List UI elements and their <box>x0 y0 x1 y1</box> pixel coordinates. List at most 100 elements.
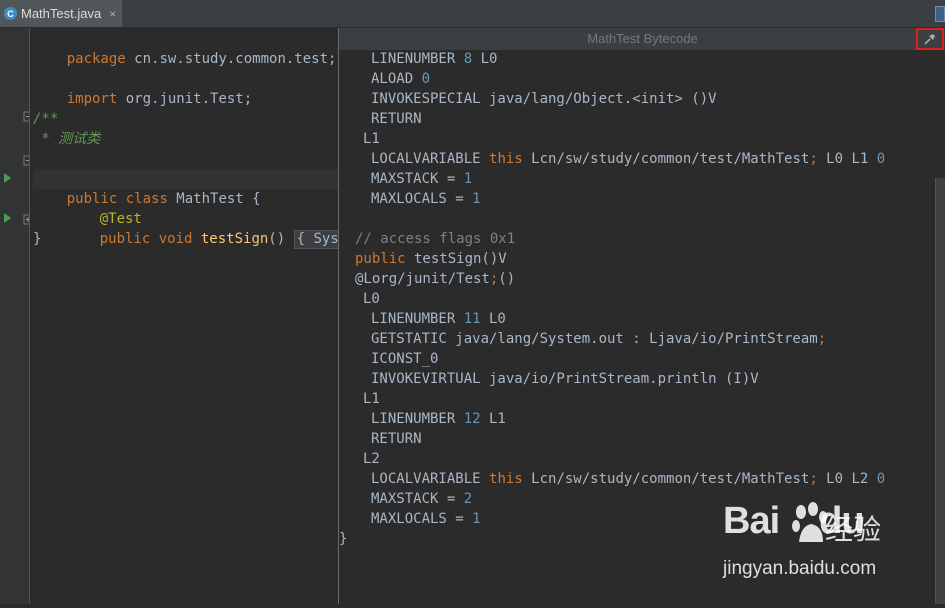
keyword: package <box>66 51 126 67</box>
bytecode-token: L0 <box>363 291 380 307</box>
bytecode-line: INVOKEVIRTUAL java/io/PrintStream.printl… <box>371 369 759 389</box>
code-editor[interactable]: package cn.sw.study.common.test; import … <box>30 28 338 604</box>
bytecode-line: LINENUMBER 12 L1 <box>371 409 506 429</box>
bytecode-token: () <box>498 271 516 287</box>
tab-label: MathTest.java <box>21 6 102 21</box>
bytecode-token: ; <box>809 151 818 167</box>
bytecode-token: 8 <box>463 51 473 67</box>
keyword: public void <box>99 231 193 247</box>
bytecode-line: // access flags 0x1 <box>355 229 515 249</box>
bytecode-token: L0 <box>480 311 506 327</box>
baidu-jingyan-watermark: Bai du 经验 jingyan.baidu.com <box>723 500 938 590</box>
code-line-package: package cn.sw.study.common.test; <box>33 29 337 67</box>
bytecode-token: 0 <box>876 471 886 487</box>
bytecode-line: GETSTATIC java/lang/System.out : Ljava/i… <box>371 329 826 349</box>
bytecode-token: @Lorg/junit/Test <box>355 271 490 287</box>
bytecode-line: L0 <box>363 289 380 309</box>
code-line-class: public class MathTest { <box>33 169 338 207</box>
bytecode-line: ALOAD 0 <box>371 69 430 89</box>
bytecode-token: RETURN <box>371 111 422 127</box>
popup-title: MathTest Bytecode <box>339 28 945 50</box>
editor-gutter <box>0 28 33 604</box>
pin-icon <box>924 34 935 45</box>
run-class-icon[interactable] <box>4 173 11 183</box>
code-line-import: import org.junit.Test; <box>33 69 252 107</box>
bytecode-line: ICONST_0 <box>371 349 438 369</box>
bytecode-line: public testSign()V <box>355 249 507 269</box>
keyword: import <box>66 91 118 107</box>
close-icon[interactable]: × <box>109 7 116 21</box>
bytecode-token: LINENUMBER <box>371 311 464 327</box>
bytecode-token: 0 <box>421 71 431 87</box>
folded-code-region[interactable]: { System.ou <box>293 230 338 249</box>
method-parens: () <box>268 231 294 247</box>
bytecode-line: L1 <box>363 129 380 149</box>
bytecode-line: RETURN <box>371 109 422 129</box>
bytecode-line: L1 <box>363 389 380 409</box>
bytecode-token: LINENUMBER <box>371 411 464 427</box>
bytecode-token: } <box>339 531 348 547</box>
bytecode-token: ; <box>817 331 827 347</box>
bytecode-line: LINENUMBER 11 L0 <box>371 309 506 329</box>
run-method-icon[interactable] <box>4 213 11 223</box>
class-name: MathTest { <box>167 191 261 207</box>
doc-comment-open: /** <box>33 111 59 127</box>
bytecode-token: ; <box>809 471 818 487</box>
bytecode-token: RETURN <box>371 431 422 447</box>
code-line-method: public void testSign() { System.ou <box>66 209 338 249</box>
bytecode-token: INVOKEVIRTUAL java/io/PrintStream.printl… <box>371 371 759 387</box>
bytecode-token: 1 <box>472 511 481 527</box>
doc-comment-text: * 测试类 <box>33 131 101 147</box>
bytecode-token: L1 <box>363 391 380 407</box>
package-name: cn.sw.study.common.test; <box>125 51 337 67</box>
bytecode-line: L2 <box>363 449 380 469</box>
bytecode-token: ALOAD <box>371 71 422 87</box>
java-class-icon: C <box>4 7 17 20</box>
bytecode-token: MAXSTACK = <box>371 171 464 187</box>
bytecode-token: INVOKESPECIAL java/lang/Object.<init> ()… <box>371 91 717 107</box>
bytecode-token: 2 <box>463 491 473 507</box>
tab-mathtest-java[interactable]: C MathTest.java × <box>0 0 122 27</box>
bytecode-line: RETURN <box>371 429 422 449</box>
bytecode-line: MAXLOCALS = 1 <box>371 189 481 209</box>
bytecode-token: ICONST_0 <box>371 351 439 367</box>
annotation: @Test <box>66 189 142 227</box>
gutter-icons <box>4 111 33 225</box>
bytecode-token: this <box>489 151 523 167</box>
bytecode-token: 0 <box>876 151 886 167</box>
method-name: testSign <box>192 231 269 247</box>
bytecode-line: LOCALVARIABLE this Lcn/sw/study/common/t… <box>371 149 885 169</box>
pin-button[interactable] <box>916 28 944 50</box>
bytecode-line: MAXSTACK = 1 <box>371 169 472 189</box>
bytecode-token: L0 L2 <box>817 471 877 487</box>
bytecode-token: this <box>489 471 523 487</box>
bytecode-token: public <box>355 251 406 267</box>
bytecode-token: L1 <box>480 411 506 427</box>
jingyan-label: 经验 <box>825 513 882 546</box>
bytecode-token: MAXLOCALS = <box>371 191 473 207</box>
expand-icon[interactable] <box>23 214 33 225</box>
bytecode-token: Lcn/sw/study/common/test/MathTest <box>522 471 810 487</box>
bytecode-token: GETSTATIC java/lang/System.out : Ljava/i… <box>371 331 818 347</box>
bytecode-token: LOCALVARIABLE <box>371 151 490 167</box>
code-line-close: } <box>33 231 42 247</box>
bytecode-token: // access flags 0x1 <box>355 231 516 247</box>
fold-end-icon[interactable] <box>23 155 33 166</box>
bytecode-token: LOCALVARIABLE <box>371 471 490 487</box>
bytecode-token: 1 <box>463 171 473 187</box>
folded-code-text: { System. <box>296 231 338 247</box>
tab-overflow-indicator[interactable] <box>935 6 945 22</box>
bytecode-line: } <box>339 529 347 549</box>
bytecode-token: Lcn/sw/study/common/test/MathTest <box>522 151 810 167</box>
bytecode-token: MAXSTACK = <box>371 491 464 507</box>
watermark-url: jingyan.baidu.com <box>723 558 877 579</box>
bytecode-line: INVOKESPECIAL java/lang/Object.<init> ()… <box>371 89 717 109</box>
bytecode-line: MAXSTACK = 2 <box>371 489 472 509</box>
bytecode-token: 1 <box>472 191 481 207</box>
bytecode-token: MAXLOCALS = <box>371 511 473 527</box>
bytecode-token: L0 L1 <box>817 151 877 167</box>
bytecode-token: LINENUMBER <box>371 51 464 67</box>
fold-icon[interactable] <box>23 111 33 122</box>
lightbulb-icon[interactable] <box>39 149 87 184</box>
editor-tab-bar: C MathTest.java × <box>0 0 945 28</box>
